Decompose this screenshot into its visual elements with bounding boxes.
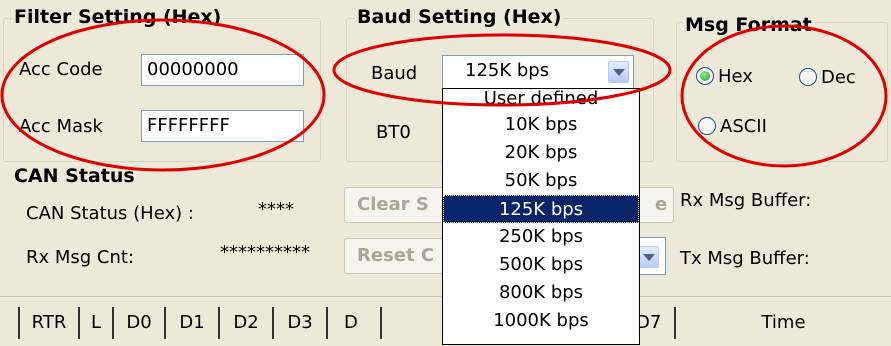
baud-option[interactable]: 250K bps: [443, 223, 639, 251]
column-header-l[interactable]: L: [80, 307, 114, 339]
hex-radio-label[interactable]: Hex: [718, 66, 753, 88]
column-header-rtr[interactable]: RTR: [18, 307, 80, 339]
baud-option[interactable]: 1000K bps: [443, 307, 639, 335]
chevron-down-icon[interactable]: [608, 61, 629, 83]
baud-option[interactable]: 800K bps: [443, 279, 639, 307]
bt0-label: BT0: [376, 122, 411, 143]
can-status-title: CAN Status: [12, 165, 137, 187]
column-header-d0[interactable]: D0: [114, 307, 166, 339]
ascii-radio[interactable]: [698, 117, 716, 135]
can-status-value: ****: [258, 199, 294, 220]
baud-option[interactable]: User defined: [443, 89, 639, 111]
baud-setting-title: Baud Setting (Hex): [355, 6, 564, 28]
baud-option[interactable]: 500K bps: [443, 251, 639, 279]
baud-select[interactable]: 125K bps: [442, 55, 634, 89]
baud-label: Baud: [371, 63, 418, 84]
column-header-d2[interactable]: D2: [220, 307, 274, 339]
tx-msg-buffer-label: Tx Msg Buffer:: [680, 248, 810, 269]
baud-dropdown-list[interactable]: User defined 10K bps 20K bps 50K bps 125…: [442, 88, 640, 345]
can-status-label: CAN Status (Hex) :: [26, 203, 194, 224]
baud-option-selected[interactable]: 125K bps: [443, 195, 639, 223]
buffer-select[interactable]: [636, 237, 666, 275]
msg-format-title: Msg Format: [683, 14, 814, 36]
reset-count-button-label: Reset C: [357, 245, 435, 266]
column-header-time[interactable]: Time: [676, 307, 891, 339]
clear-status-button-label: Clear S: [357, 194, 429, 215]
rx-msg-buffer-label: Rx Msg Buffer:: [680, 190, 812, 211]
hex-radio[interactable]: [696, 67, 714, 85]
reset-count-button[interactable]: Reset C: [344, 238, 444, 274]
filter-setting-title: Filter Setting (Hex): [12, 6, 224, 28]
rx-msg-cnt-value: **********: [220, 242, 310, 263]
acc-code-label: Acc Code: [19, 59, 103, 80]
dec-radio-label[interactable]: Dec: [821, 67, 856, 89]
column-header-d1[interactable]: D1: [166, 307, 220, 339]
rx-msg-cnt-label: Rx Msg Cnt:: [26, 247, 135, 268]
column-header-d4[interactable]: D: [328, 307, 382, 339]
baud-option[interactable]: 10K bps: [443, 111, 639, 139]
baud-select-value: 125K bps: [465, 60, 550, 81]
acc-code-field[interactable]: 00000000: [141, 54, 304, 86]
baud-option[interactable]: 50K bps: [443, 167, 639, 195]
msg-format-group: [676, 22, 888, 162]
clear-status-button-tail: e: [655, 194, 668, 215]
chevron-down-icon[interactable]: [638, 246, 659, 268]
ascii-radio-label[interactable]: ASCII: [720, 116, 767, 138]
acc-mask-label: Acc Mask: [19, 116, 103, 137]
acc-mask-field[interactable]: FFFFFFFF: [141, 110, 304, 142]
baud-option[interactable]: 20K bps: [443, 139, 639, 167]
column-header-d3[interactable]: D3: [274, 307, 328, 339]
dec-radio[interactable]: [799, 68, 817, 86]
